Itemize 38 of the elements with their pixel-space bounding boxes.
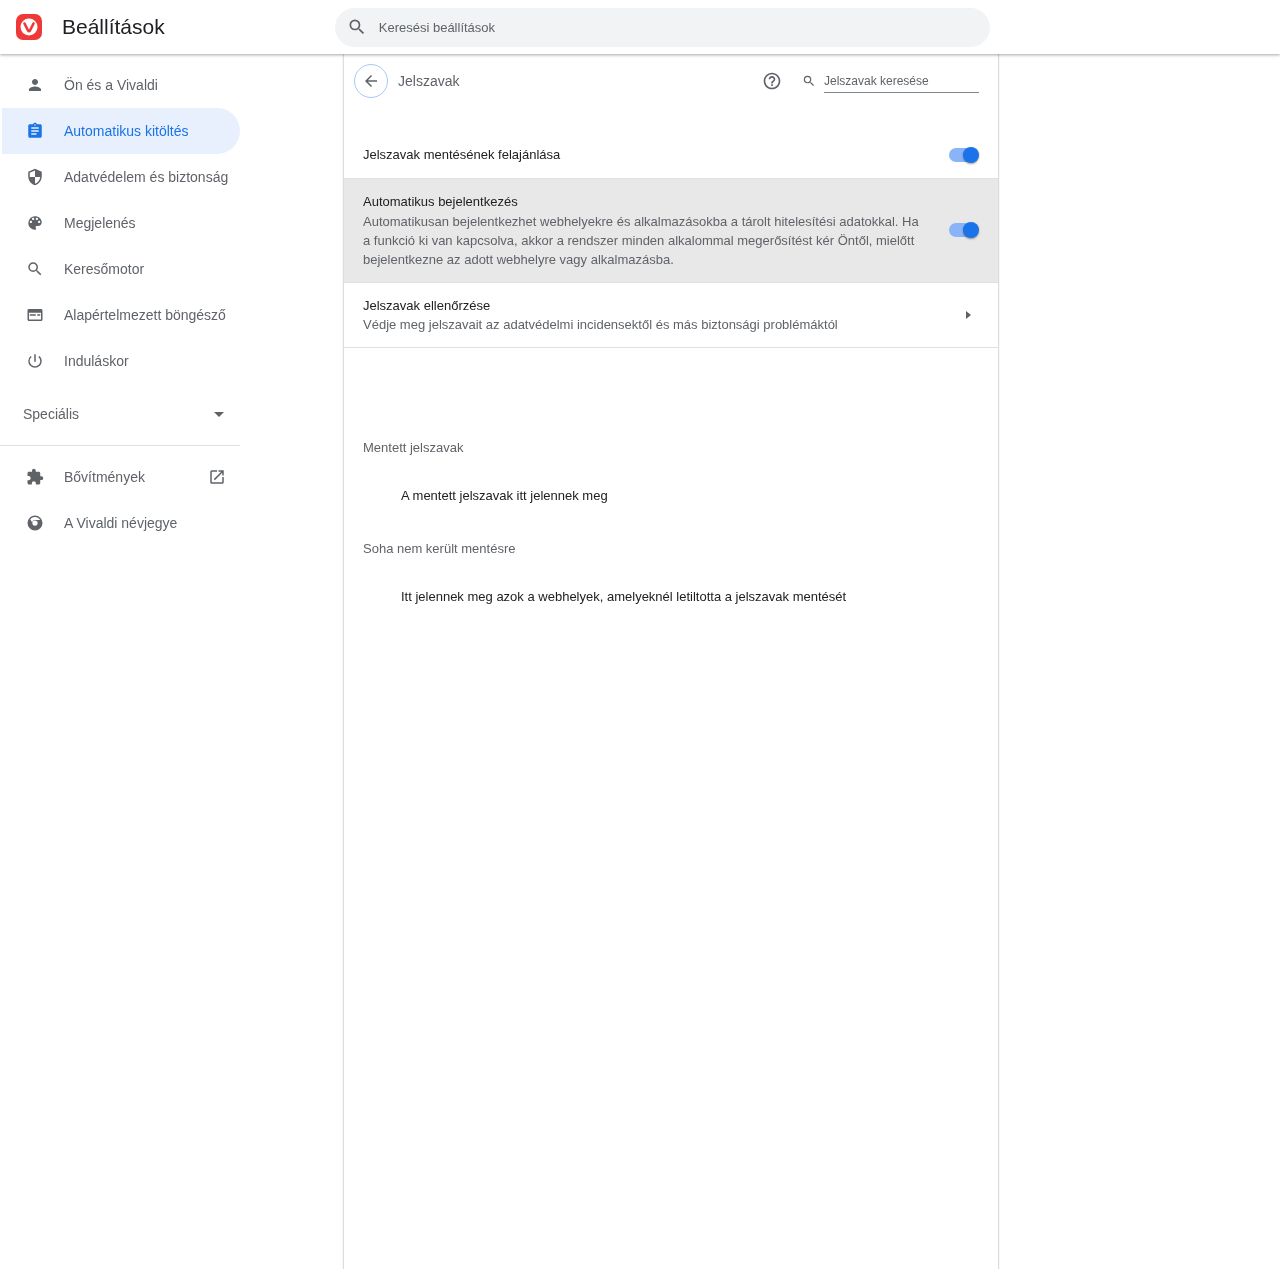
section-heading: Soha nem került mentésre	[362, 540, 517, 558]
sidebar-item[interactable]: A Vivaldi névjegye	[2, 500, 240, 546]
palette-icon	[26, 214, 44, 232]
puzzle-piece-icon	[26, 468, 44, 486]
search-icon	[26, 260, 44, 278]
section-heading: Mentett jelszavak	[362, 439, 465, 457]
advanced-toggle[interactable]: Speciális	[0, 384, 240, 446]
power-icon	[26, 352, 44, 370]
browser-window-icon	[26, 306, 44, 324]
setting-title: Jelszavak mentésének felajánlása	[363, 145, 562, 164]
help-icon[interactable]	[762, 71, 782, 91]
search-icon	[802, 74, 816, 88]
shield-icon	[26, 168, 44, 186]
setting-description: Védje meg jelszavait az adatvédelmi incidensektől és más biztonsági problémáktól	[363, 316, 839, 334]
external-link-icon	[208, 468, 226, 486]
back-button[interactable]	[354, 64, 388, 98]
sidebar-item[interactable]: Adatvédelem és biztonság	[2, 154, 240, 200]
setting-title: Jelszavak ellenőrzése	[363, 296, 492, 315]
setting-description: Automatikusan bejelentkezhet webhelyekre és alkalmazásokba a tárolt hitelesítési adatokkal. Ha a funkció ki van kapcsolva, akkor a rendszer minden alkalommal megerősítést kér Öntől, mielőtt bejelentkezne az adott webhelyre vagy alkalmazásba.	[363, 212, 920, 269]
sidebar-item[interactable]: Automatikus kitöltés	[2, 108, 240, 154]
sidebar-item[interactable]: Megjelenés	[2, 200, 240, 246]
sidebar-item[interactable]: Ön és a Vivaldi	[2, 62, 240, 108]
person-icon	[26, 76, 44, 94]
clipboard-icon	[26, 122, 44, 140]
app-title: Beállítások	[62, 14, 165, 41]
setting-title: Automatikus bejelentkezés	[363, 193, 519, 211]
sidebar-item[interactable]: Bővítmények	[2, 454, 240, 500]
app-logo	[16, 14, 42, 40]
sidebar-item[interactable]: Keresőmotor	[2, 246, 240, 292]
caret-icon	[214, 412, 224, 417]
page-title: Jelszavak	[398, 71, 460, 91]
globe-icon	[26, 514, 44, 532]
chevron-right-icon[interactable]	[966, 310, 971, 319]
settings-search-field[interactable]: Keresési beállítások	[334, 7, 990, 47]
sidebar-item[interactable]: Alapértelmezett böngésző	[2, 292, 240, 338]
sidebar-item[interactable]: Induláskor	[2, 338, 240, 384]
empty-list-message: Itt jelennek meg azok a webhelyek, amelyeknél letiltotta a jelszavak mentését	[400, 587, 848, 606]
empty-list-message: A mentett jelszavak itt jelennek meg	[400, 486, 609, 505]
